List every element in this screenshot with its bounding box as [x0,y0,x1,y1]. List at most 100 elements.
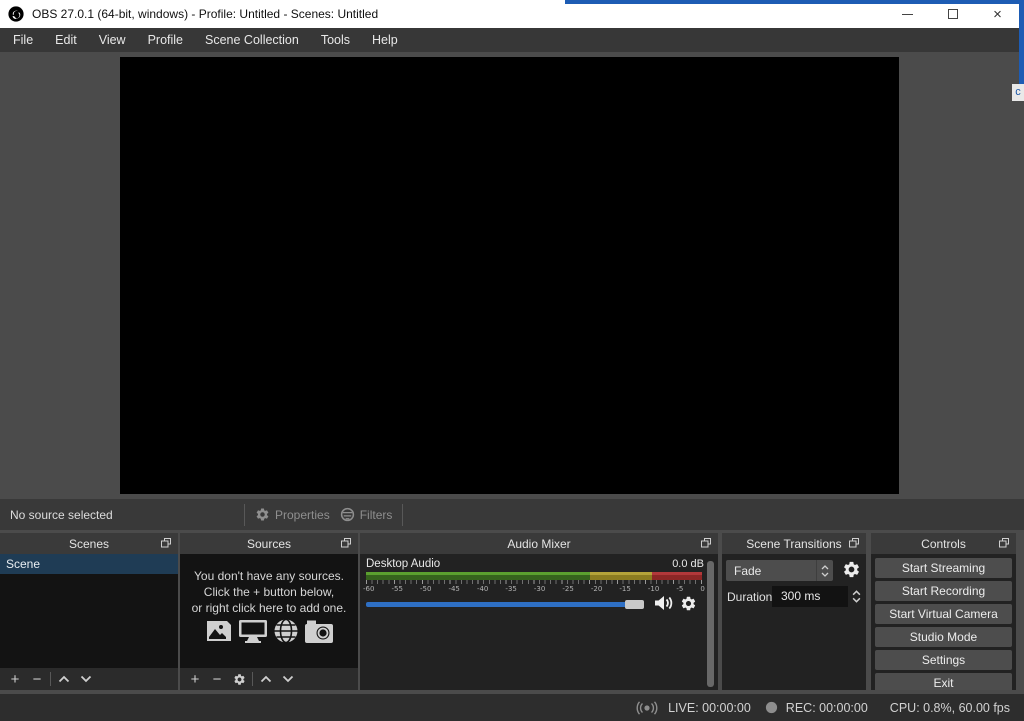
minimize-button[interactable] [885,0,930,28]
chevron-down-icon [80,675,92,683]
meter-tick-label: -20 [590,585,603,593]
remove-source-button[interactable]: − [208,670,226,688]
toolbar-separator [252,672,253,686]
menu-item[interactable]: File [2,28,44,52]
camera-source-icon [304,620,333,643]
control-button[interactable]: Studio Mode [875,627,1012,647]
live-timer: LIVE: 00:00:00 [668,700,751,715]
control-button[interactable]: Start Recording [875,581,1012,601]
chevron-up-icon [260,675,272,683]
menu-item[interactable]: Scene Collection [194,28,310,52]
controls-header[interactable]: Controls [871,533,1016,554]
scene-down-button[interactable] [77,670,95,688]
properties-label: Properties [275,507,330,522]
sources-empty-hint: You don't have any sources. Click the + b… [180,568,358,616]
controls-title: Controls [921,536,966,551]
volume-slider[interactable] [366,600,644,609]
menu-item[interactable]: Tools [310,28,361,52]
meter-tick-label: -45 [448,585,460,593]
duration-spinner[interactable] [849,586,863,607]
mixer-scrollbar-thumb[interactable] [707,561,714,687]
transition-select-spinner[interactable] [816,560,833,581]
close-button[interactable]: × [975,0,1020,28]
meter-tick-labels: -60 -55 -50 -45 -40 -35 -30 -25 -20 -15 -10 -5 0 [363,585,705,593]
sources-title: Sources [246,536,292,551]
menu-item[interactable]: Profile [137,28,194,52]
dock-float-icon[interactable] [340,537,352,549]
mixer-scrollbar[interactable] [707,561,715,687]
controls-buttons: Start Streaming Start Recording Start Virt… [875,558,1012,690]
control-button[interactable]: Start Virtual Camera [875,604,1012,624]
window-title: OBS 27.0.1 (64-bit, windows) - Profile: … [32,7,379,21]
chevron-down-icon [852,597,860,603]
filters-icon [340,507,354,522]
transition-properties-button[interactable] [842,560,861,579]
meter-tick-label: 0 [700,585,705,593]
duration-input[interactable]: 300 ms [772,586,848,607]
cpu-fps-stats: CPU: 0.8%, 60.00 fps [889,700,1010,715]
source-down-button[interactable] [279,670,297,688]
gear-icon [233,673,245,685]
volume-meter: -60 -55 -50 -45 -40 -35 -30 -25 -20 -15 -10 -5 0 [363,572,705,593]
hint-line: You don't have any sources. [194,569,344,583]
menu-item[interactable]: Edit [44,28,88,52]
close-icon: × [993,5,1002,23]
sources-header[interactable]: Sources [180,533,358,554]
meter-tick-marks [366,580,702,584]
filters-button[interactable]: Filters [340,507,392,522]
transition-selected-value: Fade [734,563,762,578]
background-window-fragment: c [1012,84,1024,101]
chevron-up-icon [821,564,829,569]
controls-panel: Controls Start Streaming Start Recording S… [871,533,1016,690]
dock-float-icon[interactable] [700,537,712,549]
sources-panel: Sources You don't have any sources. Click… [180,533,358,690]
gear-icon [256,508,269,521]
dock-float-icon[interactable] [160,537,172,549]
volume-slider-handle[interactable] [625,600,644,609]
scene-transitions-header[interactable]: Scene Transitions [722,533,866,554]
control-button[interactable]: Settings [875,650,1012,670]
dock-float-icon[interactable] [848,537,860,549]
source-properties-button[interactable] [230,670,248,688]
scenes-toolbar: + − [0,668,178,690]
source-status-text: No source selected [10,507,113,522]
audio-mixer-body: Desktop Audio 0.0 dB -60 -55 -50 -45 -40 -35-… [360,554,718,690]
background-window-right-edge [1019,0,1024,86]
transition-select[interactable]: Fade [726,560,833,581]
obs-window: OBS 27.0.1 (64-bit, windows) - Profile: … [0,0,1024,721]
properties-button[interactable]: Properties [255,507,330,522]
minimize-icon [902,13,913,15]
meter-tick-label: -60 [363,585,375,593]
scene-up-button[interactable] [55,670,73,688]
remove-scene-button[interactable]: − [28,670,46,688]
mixer-settings-button[interactable] [680,595,697,612]
preview-canvas[interactable] [120,57,899,494]
control-button[interactable]: Exit [875,673,1012,690]
scene-list-item[interactable]: Scene [0,554,178,574]
source-toolbar: No source selected Properties Filters [0,499,1024,530]
scene-transitions-panel: Scene Transitions Fade Duration 300 ms [722,533,866,690]
speaker-icon[interactable] [654,595,674,611]
status-bar: LIVE: 00:00:00 REC: 00:00:00 CPU: 0.8%, … [0,694,1024,721]
audio-mixer-header[interactable]: Audio Mixer [360,533,718,554]
scenes-list[interactable]: Scene [0,554,178,668]
add-source-button[interactable]: + [186,670,204,688]
dock-float-icon[interactable] [998,537,1010,549]
scenes-header[interactable]: Scenes [0,533,178,554]
control-button[interactable]: Start Streaming [875,558,1012,578]
source-up-button[interactable] [257,670,275,688]
chevron-down-icon [821,572,829,577]
browser-source-icon [274,618,297,644]
scenes-title: Scenes [68,536,110,551]
meter-tick-label: -5 [676,585,684,593]
menu-item[interactable]: Help [361,28,409,52]
toolbar-separator [402,503,404,526]
sources-empty-area[interactable]: You don't have any sources. Click the + b… [180,554,358,668]
menu-item[interactable]: View [88,28,137,52]
volume-slider-fill [366,602,644,607]
meter-tick-label: -50 [419,585,432,593]
add-scene-button[interactable]: + [6,670,24,688]
rec-timer: REC: 00:00:00 [785,700,868,715]
maximize-button[interactable] [930,0,975,28]
source-type-icons [180,618,358,644]
